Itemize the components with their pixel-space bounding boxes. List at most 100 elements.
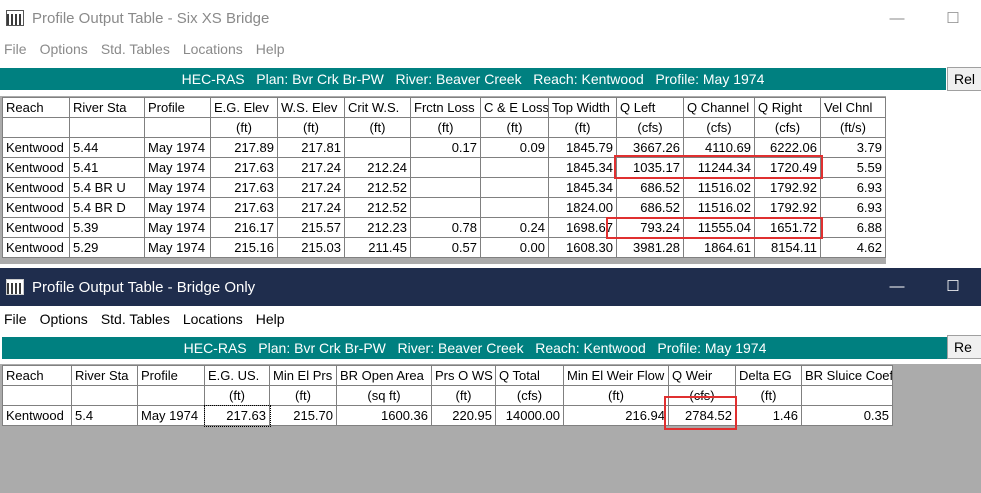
table-cell[interactable]: 0.17 bbox=[410, 137, 481, 158]
table-cell[interactable]: 215.57 bbox=[277, 217, 345, 238]
table-cell[interactable]: 11244.34 bbox=[683, 157, 755, 178]
table-cell[interactable]: May 1974 bbox=[137, 405, 205, 426]
column-header[interactable]: Q Total bbox=[495, 365, 564, 386]
table-cell[interactable] bbox=[410, 157, 481, 178]
table-cell[interactable]: Kentwood bbox=[2, 177, 70, 198]
table-cell[interactable]: 1845.79 bbox=[548, 137, 617, 158]
table-cell[interactable]: May 1974 bbox=[144, 137, 211, 158]
column-header[interactable]: Q Channel bbox=[683, 97, 755, 118]
table-row[interactable]: Kentwood 5.4 May 1974 217.63 215.70 1600.36 22… bbox=[2, 404, 893, 427]
table-cell[interactable]: 11555.04 bbox=[683, 217, 755, 238]
menu-std-tables[interactable]: Std. Tables bbox=[97, 41, 179, 57]
table-cell[interactable]: 217.63 bbox=[203, 404, 271, 427]
column-header[interactable]: E.G. Elev bbox=[210, 97, 278, 118]
table-cell[interactable]: 5.29 bbox=[69, 237, 145, 258]
reload-button[interactable]: Rel bbox=[947, 67, 981, 91]
table-cell[interactable]: Kentwood bbox=[2, 217, 70, 238]
column-header[interactable]: River Sta bbox=[69, 97, 145, 118]
column-header[interactable]: Vel Chnl bbox=[820, 97, 886, 118]
table-cell[interactable]: 793.24 bbox=[616, 217, 684, 238]
table-cell[interactable]: 686.52 bbox=[616, 177, 684, 198]
table-cell[interactable]: 8154.11 bbox=[754, 237, 821, 258]
menu-options[interactable]: Options bbox=[36, 311, 97, 327]
table-cell[interactable] bbox=[480, 177, 549, 198]
column-header[interactable]: Reach bbox=[2, 97, 70, 118]
table-cell[interactable]: Kentwood bbox=[2, 197, 70, 218]
menu-locations[interactable]: Locations bbox=[179, 311, 252, 327]
menu-options[interactable]: Options bbox=[36, 41, 97, 57]
column-header[interactable]: Min El Weir Flow bbox=[563, 365, 669, 386]
table-cell[interactable]: May 1974 bbox=[144, 197, 211, 218]
table-cell[interactable]: 217.63 bbox=[210, 197, 278, 218]
table-cell[interactable]: 2784.52 bbox=[668, 405, 736, 426]
table-cell[interactable]: 1720.49 bbox=[754, 157, 821, 178]
table-cell[interactable]: 215.70 bbox=[269, 405, 337, 426]
table-cell[interactable]: 0.24 bbox=[480, 217, 549, 238]
column-header[interactable]: E.G. US. bbox=[204, 365, 270, 386]
column-header[interactable]: Crit W.S. bbox=[344, 97, 411, 118]
table-cell[interactable]: 1608.30 bbox=[548, 237, 617, 258]
table-cell[interactable]: 5.4 bbox=[71, 405, 138, 426]
table-cell[interactable]: 211.45 bbox=[344, 237, 411, 258]
column-header[interactable]: Q Left bbox=[616, 97, 684, 118]
table-cell[interactable]: 217.89 bbox=[210, 137, 278, 158]
column-header[interactable]: Profile bbox=[137, 365, 205, 386]
table-cell[interactable]: 3667.26 bbox=[616, 137, 684, 158]
table-cell[interactable]: 212.24 bbox=[344, 157, 411, 178]
table-cell[interactable]: 220.95 bbox=[431, 405, 496, 426]
column-header[interactable]: Min El Prs bbox=[269, 365, 337, 386]
table-cell[interactable] bbox=[410, 177, 481, 198]
table-cell[interactable]: 0.00 bbox=[480, 237, 549, 258]
table-cell[interactable]: 1698.67 bbox=[548, 217, 617, 238]
column-header[interactable]: Q Weir bbox=[668, 365, 736, 386]
maximize-button[interactable]: ☐ bbox=[925, 268, 981, 304]
table-cell[interactable]: Kentwood bbox=[2, 137, 70, 158]
table-cell[interactable]: 3.79 bbox=[820, 137, 886, 158]
menu-help[interactable]: Help bbox=[252, 311, 294, 327]
column-header[interactable]: River Sta bbox=[71, 365, 138, 386]
table-cell[interactable]: Kentwood bbox=[2, 157, 70, 178]
table-cell[interactable]: 0.78 bbox=[410, 217, 481, 238]
table-cell[interactable]: 217.24 bbox=[277, 197, 345, 218]
column-header[interactable]: Top Width bbox=[548, 97, 617, 118]
table-cell[interactable]: Kentwood bbox=[2, 405, 72, 426]
table-cell[interactable]: 686.52 bbox=[616, 197, 684, 218]
table-cell[interactable]: 217.24 bbox=[277, 177, 345, 198]
table-row[interactable]: Kentwood 5.41 May 1974 217.63 217.24 212.24 18… bbox=[2, 157, 886, 178]
table-cell[interactable]: 5.4 BR D bbox=[69, 197, 145, 218]
table-cell[interactable]: 217.63 bbox=[210, 157, 278, 178]
table-cell[interactable]: 1864.61 bbox=[683, 237, 755, 258]
table-cell[interactable]: 4.62 bbox=[820, 237, 886, 258]
minimize-button[interactable]: — bbox=[869, 0, 925, 36]
table-cell[interactable]: 1.46 bbox=[735, 405, 802, 426]
column-header[interactable]: Reach bbox=[2, 365, 72, 386]
table-cell[interactable]: 5.4 BR U bbox=[69, 177, 145, 198]
table-cell[interactable]: 212.52 bbox=[344, 177, 411, 198]
table-cell[interactable]: 1845.34 bbox=[548, 177, 617, 198]
column-header[interactable]: Q Right bbox=[754, 97, 821, 118]
table-cell[interactable]: 6.93 bbox=[820, 197, 886, 218]
table-cell[interactable]: 5.44 bbox=[69, 137, 145, 158]
minimize-button[interactable]: — bbox=[869, 268, 925, 304]
menu-file[interactable]: File bbox=[0, 41, 36, 57]
table-row[interactable]: Kentwood 5.29 May 1974 215.16 215.03 211.45 0.… bbox=[2, 237, 886, 258]
table-cell[interactable]: 1845.34 bbox=[548, 157, 617, 178]
table-cell[interactable]: 0.09 bbox=[480, 137, 549, 158]
table-cell[interactable] bbox=[480, 197, 549, 218]
table-cell[interactable] bbox=[480, 157, 549, 178]
table-cell[interactable] bbox=[410, 197, 481, 218]
table-cell[interactable]: 215.16 bbox=[210, 237, 278, 258]
table-cell[interactable]: 0.35 bbox=[801, 405, 893, 426]
column-header[interactable]: BR Open Area bbox=[336, 365, 432, 386]
table-cell[interactable]: 217.81 bbox=[277, 137, 345, 158]
table-cell[interactable]: Kentwood bbox=[2, 237, 70, 258]
table-cell[interactable]: 11516.02 bbox=[683, 177, 755, 198]
table-row[interactable]: Kentwood 5.39 May 1974 216.17 215.57 212.23 0.… bbox=[2, 217, 886, 238]
column-header[interactable]: Profile bbox=[144, 97, 211, 118]
table-cell[interactable]: 3981.28 bbox=[616, 237, 684, 258]
table-cell[interactable]: 212.23 bbox=[344, 217, 411, 238]
table-cell[interactable]: 6.93 bbox=[820, 177, 886, 198]
table-cell[interactable]: 1600.36 bbox=[336, 405, 432, 426]
table-row[interactable]: Kentwood 5.4 BR D May 1974 217.63 217.24 212.… bbox=[2, 197, 886, 218]
table-cell[interactable]: 215.03 bbox=[277, 237, 345, 258]
